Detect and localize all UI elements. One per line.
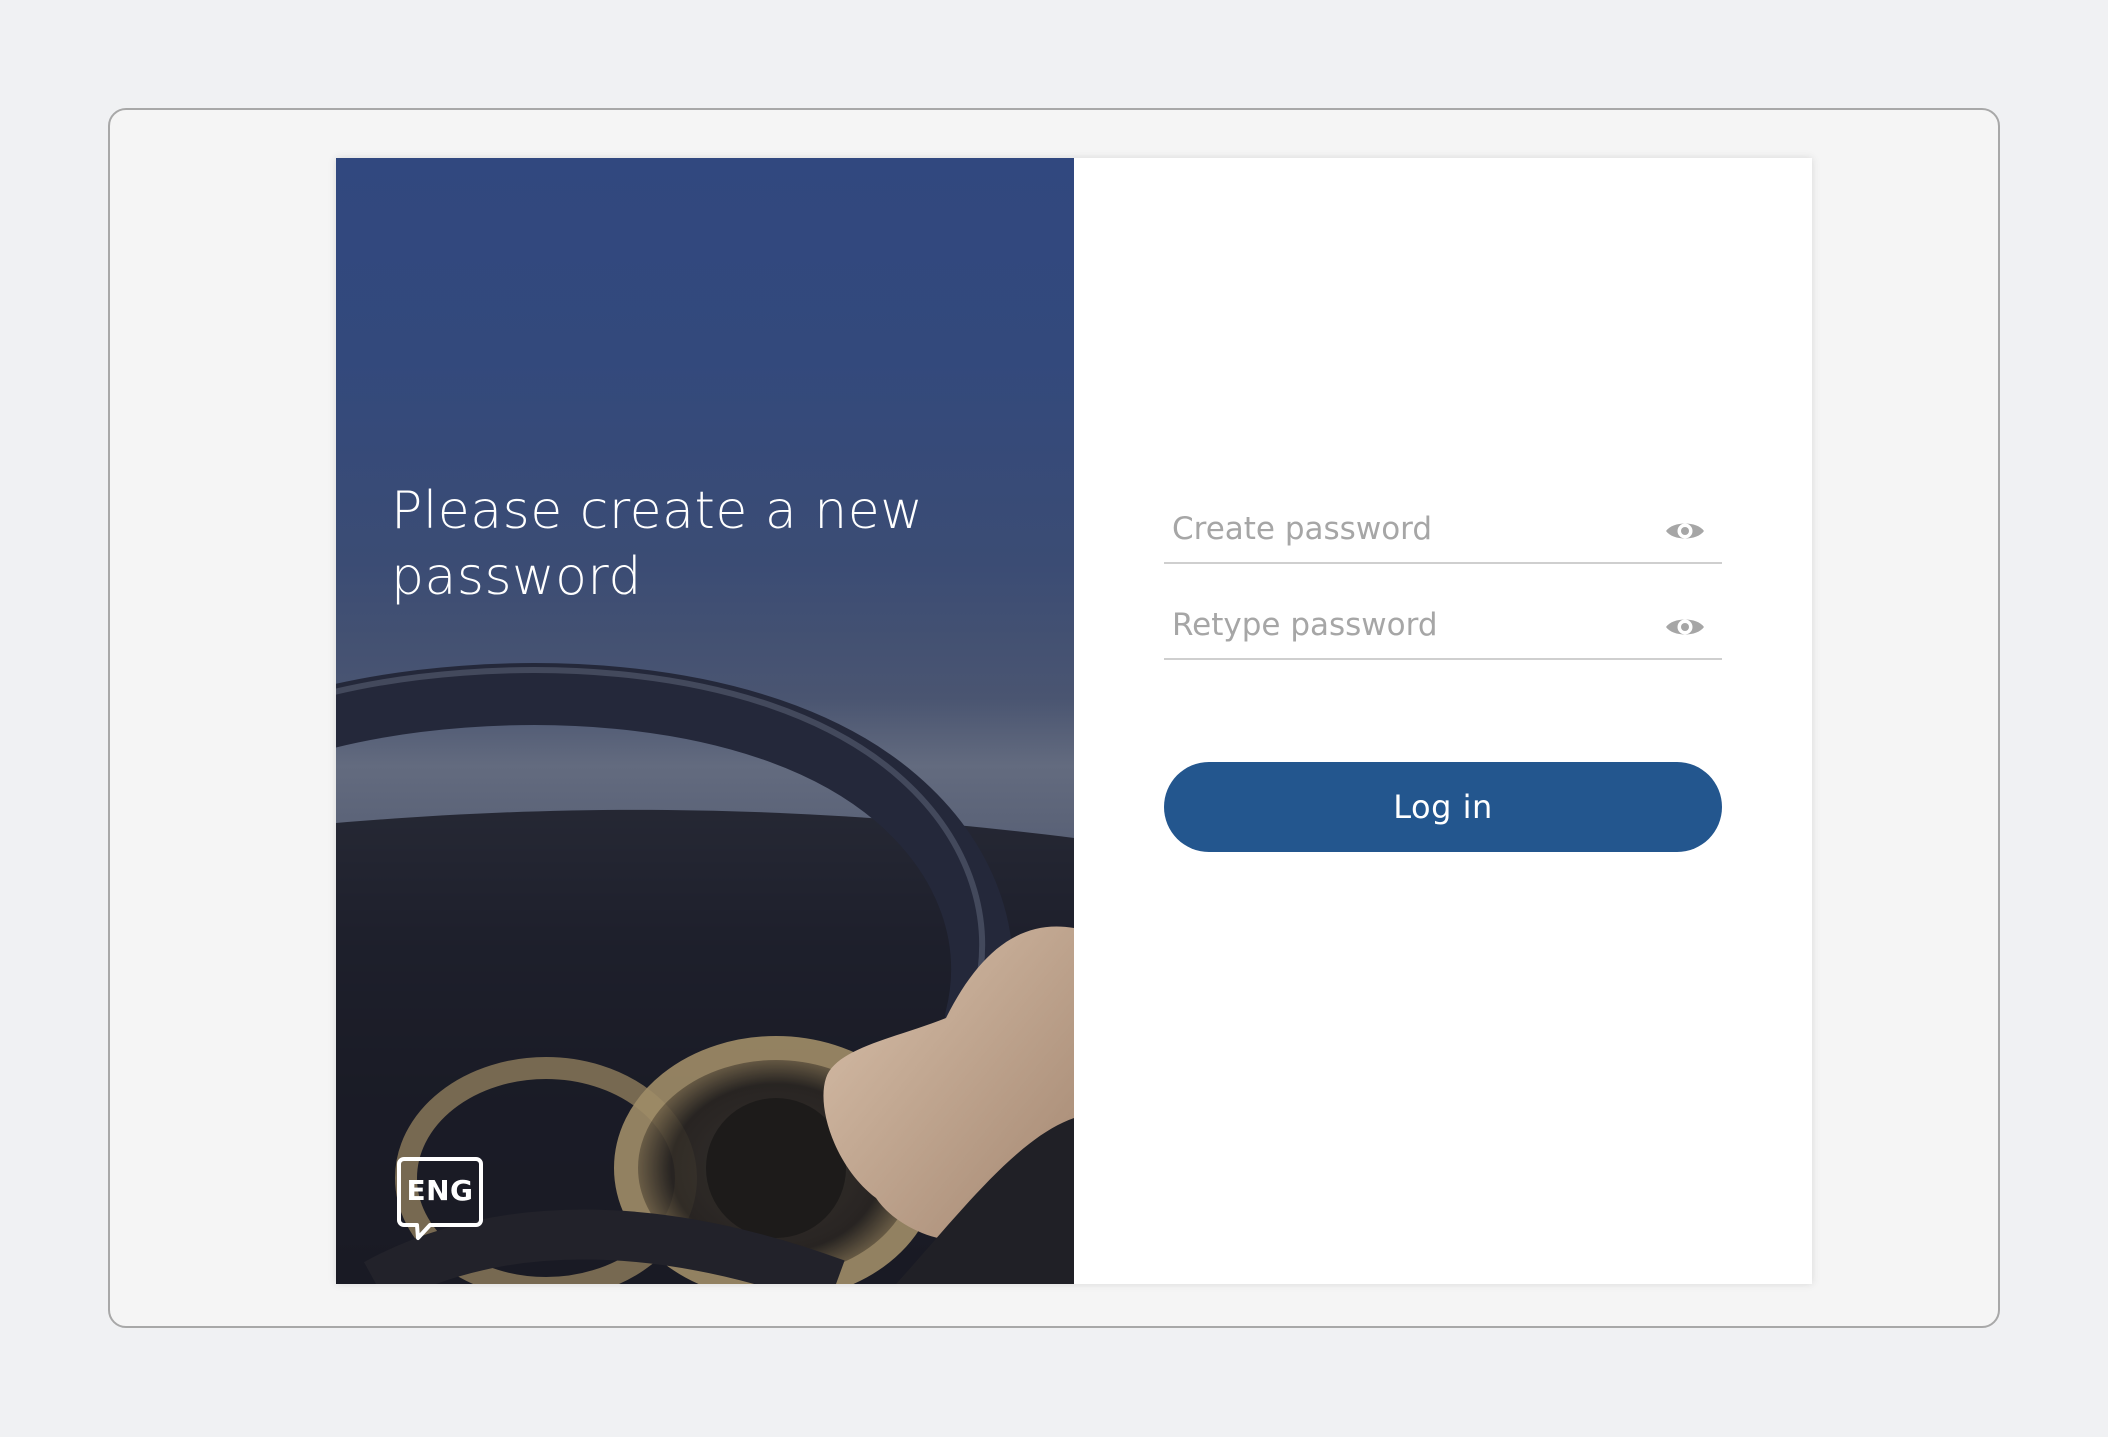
language-button[interactable]: ENG <box>396 1156 486 1242</box>
login-button[interactable]: Log in <box>1164 762 1722 852</box>
create-password-input[interactable] <box>1172 498 1642 560</box>
retype-password-field <box>1164 594 1722 660</box>
steering-wheel-photo <box>336 663 1074 1284</box>
eye-icon[interactable] <box>1664 516 1706 546</box>
retype-password-input[interactable] <box>1172 594 1642 656</box>
device-frame: Please create a new password ENG Log in <box>108 108 2000 1328</box>
language-label: ENG <box>406 1174 474 1207</box>
page-title: Please create a new password <box>391 481 924 607</box>
hero-panel: Please create a new password ENG <box>336 158 1074 1284</box>
eye-icon[interactable] <box>1664 612 1706 642</box>
password-card: Please create a new password ENG Log in <box>336 158 1812 1284</box>
create-password-field <box>1164 498 1722 564</box>
form-panel: Log in <box>1074 158 1812 1284</box>
